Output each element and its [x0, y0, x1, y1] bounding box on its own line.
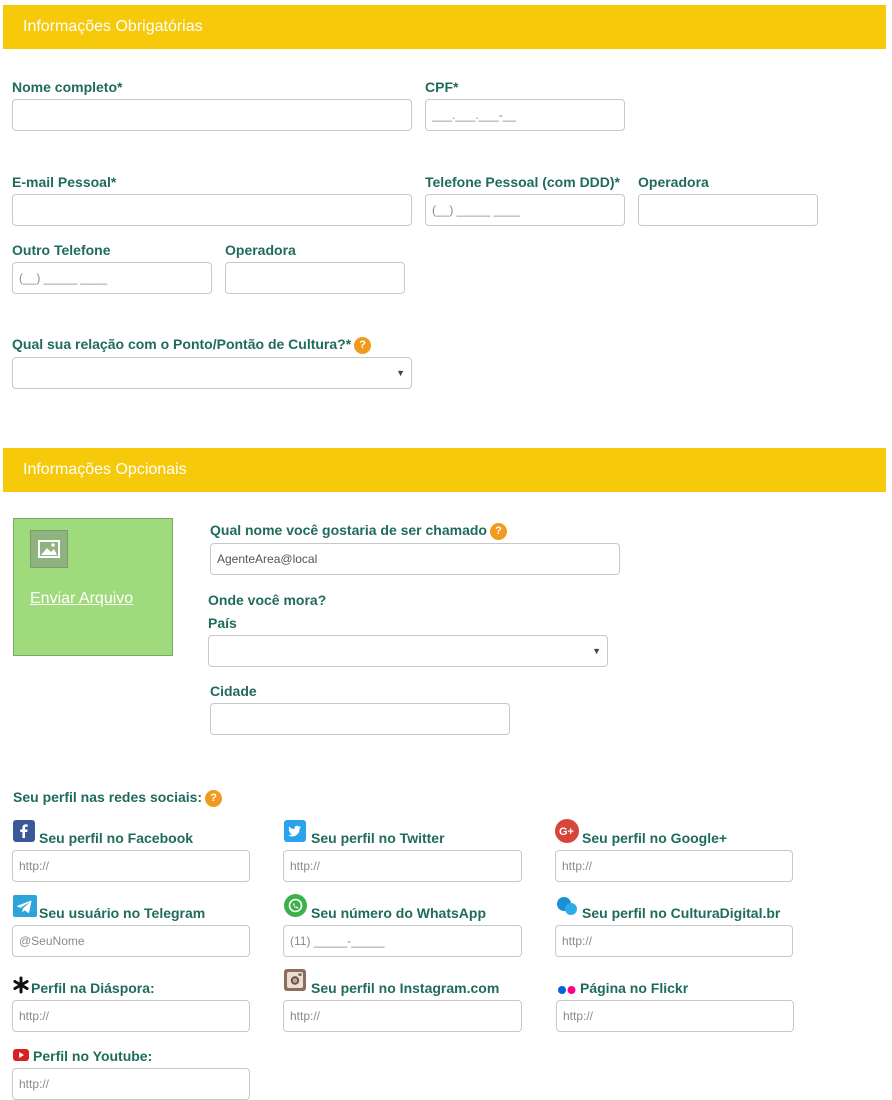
- outro-telefone-label: Outro Telefone: [12, 242, 111, 258]
- telegram-icon: [13, 895, 37, 922]
- youtube-input[interactable]: [12, 1068, 250, 1100]
- email-label: E-mail Pessoal*: [12, 174, 117, 190]
- relacao-label: Qual sua relação com o Ponto/Pontão de C…: [12, 336, 372, 354]
- twitter-input[interactable]: [283, 850, 522, 882]
- email-input[interactable]: [12, 194, 412, 226]
- apelido-input[interactable]: [210, 543, 620, 575]
- relacao-label-text: Qual sua relação com o Ponto/Pontão de C…: [12, 336, 352, 352]
- google-plus-icon: G+: [555, 819, 579, 848]
- telegram-label: Seu usuário no Telegram: [39, 905, 206, 921]
- culturadigital-input[interactable]: [555, 925, 793, 957]
- twitter-icon: [284, 820, 306, 847]
- facebook-input[interactable]: [12, 850, 250, 882]
- google-plus-input[interactable]: [555, 850, 793, 882]
- help-icon[interactable]: ?: [205, 789, 223, 807]
- diaspora-input[interactable]: [12, 1000, 250, 1032]
- section-header-optional: Informações Opcionais: [3, 448, 886, 492]
- relacao-select[interactable]: ▼: [12, 357, 412, 389]
- avatar-upload[interactable]: Enviar Arquivo: [13, 518, 173, 656]
- twitter-label: Seu perfil no Twitter: [311, 830, 445, 846]
- outro-telefone-input[interactable]: [12, 262, 212, 294]
- telegram-input[interactable]: [12, 925, 250, 957]
- chevron-down-icon: ▼: [592, 646, 601, 656]
- operadora-label: Operadora: [638, 174, 709, 190]
- cidade-input[interactable]: [210, 703, 510, 735]
- telefone-input[interactable]: [425, 194, 625, 226]
- cpf-input[interactable]: [425, 99, 625, 131]
- flickr-icon: [557, 982, 577, 1000]
- cidade-label: Cidade: [210, 683, 257, 699]
- chevron-down-icon: ▼: [396, 368, 405, 378]
- help-icon[interactable]: ?: [354, 336, 372, 354]
- flickr-label: Página no Flickr: [580, 980, 689, 996]
- instagram-icon: [284, 969, 306, 996]
- apelido-label-text: Qual nome você gostaria de ser chamado: [210, 522, 487, 538]
- google-plus-label: Seu perfil no Google+: [582, 830, 728, 846]
- culturadigital-icon: [556, 896, 578, 921]
- pais-label: País: [208, 615, 237, 631]
- redes-sociais-label-text: Seu perfil nas redes sociais:: [13, 789, 203, 805]
- flickr-input[interactable]: [556, 1000, 794, 1032]
- whatsapp-label: Seu número do WhatsApp: [311, 905, 486, 921]
- diaspora-icon: [12, 976, 30, 999]
- operadora-2-input[interactable]: [225, 262, 405, 294]
- whatsapp-icon: [284, 894, 307, 922]
- whatsapp-input[interactable]: [283, 925, 522, 957]
- nome-completo-input[interactable]: [12, 99, 412, 131]
- pais-select[interactable]: ▼: [208, 635, 608, 667]
- cpf-label: CPF*: [425, 79, 459, 95]
- culturadigital-label: Seu perfil no CulturaDigital.br: [582, 905, 781, 921]
- redes-sociais-label: Seu perfil nas redes sociais:?: [13, 789, 223, 807]
- operadora-2-label: Operadora: [225, 242, 296, 258]
- instagram-input[interactable]: [283, 1000, 522, 1032]
- youtube-icon: [13, 1048, 29, 1066]
- apelido-label: Qual nome você gostaria de ser chamado?: [210, 522, 507, 540]
- telefone-label: Telefone Pessoal (com DDD)*: [425, 174, 621, 190]
- help-icon[interactable]: ?: [490, 522, 507, 540]
- facebook-label: Seu perfil no Facebook: [39, 830, 194, 846]
- operadora-input[interactable]: [638, 194, 818, 226]
- youtube-label: Perfil no Youtube:: [33, 1048, 153, 1064]
- image-placeholder-icon: [30, 530, 68, 568]
- facebook-icon: [13, 820, 35, 847]
- onde-mora-label: Onde você mora?: [208, 592, 327, 608]
- svg-text:G+: G+: [559, 826, 574, 838]
- section-header-required: Informações Obrigatórias: [3, 5, 886, 49]
- enviar-arquivo-link[interactable]: Enviar Arquivo: [30, 589, 140, 608]
- diaspora-label: Perfil na Diáspora:: [31, 980, 155, 996]
- nome-completo-label: Nome completo*: [12, 79, 123, 95]
- instagram-label: Seu perfil no Instagram.com: [311, 980, 500, 996]
